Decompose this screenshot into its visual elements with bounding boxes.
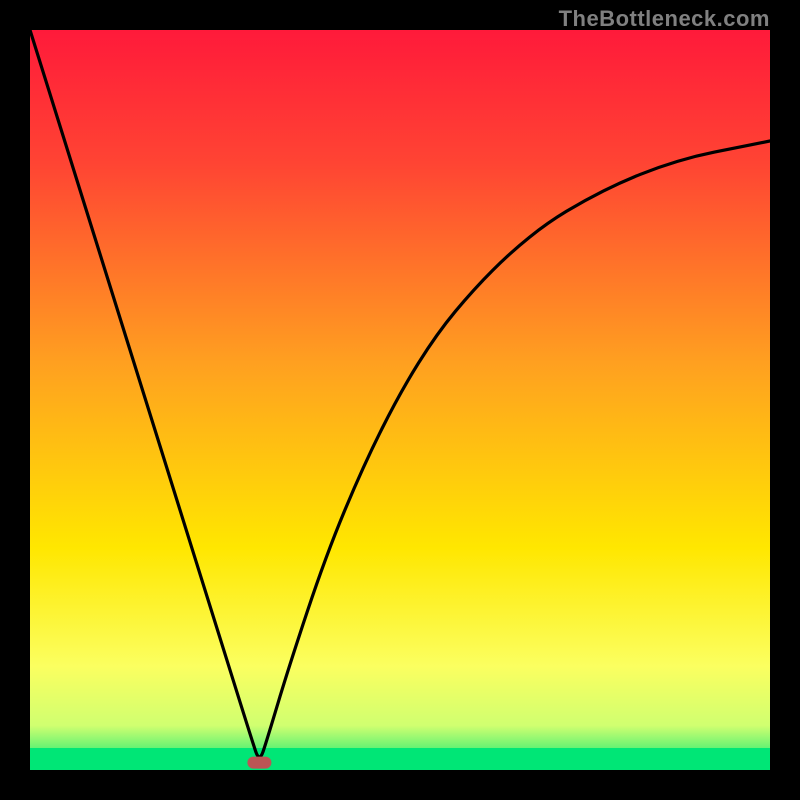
optimal-marker	[247, 757, 271, 769]
green-band	[30, 748, 770, 770]
gradient-background	[30, 30, 770, 770]
chart-container: TheBottleneck.com	[0, 0, 800, 800]
plot-area	[30, 30, 770, 770]
chart-svg	[30, 30, 770, 770]
watermark-text: TheBottleneck.com	[559, 6, 770, 32]
